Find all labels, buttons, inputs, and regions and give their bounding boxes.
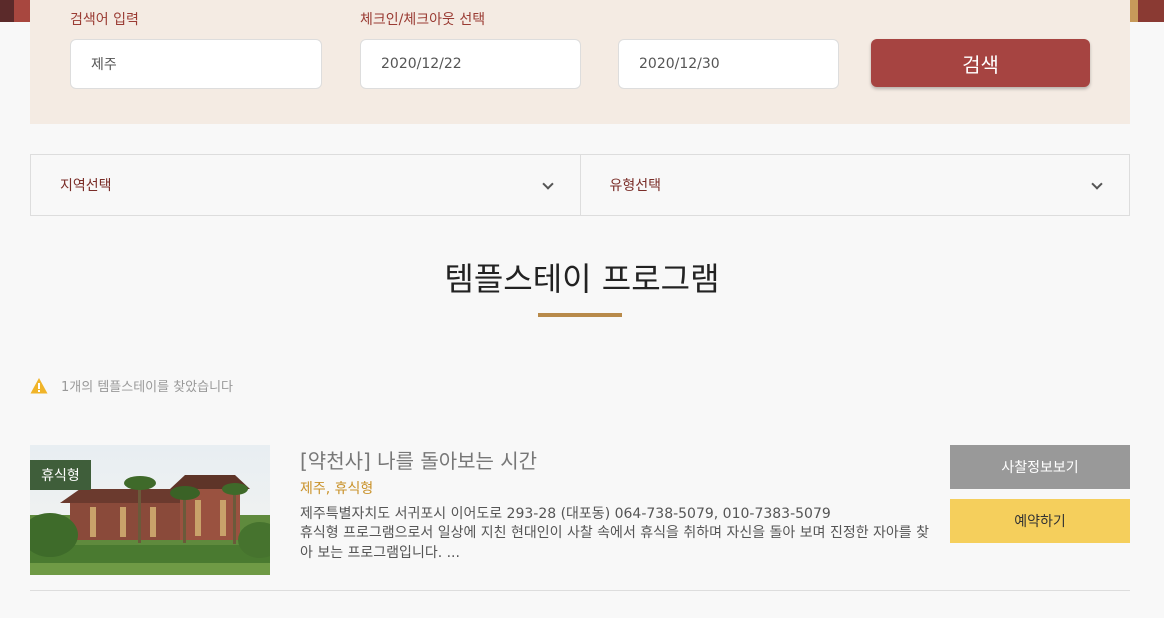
keyword-label: 검색어 입력	[70, 12, 139, 28]
program-address: 제주특별자치도 서귀포시 이어도로 293-28 (대포동) 064-738-5…	[300, 506, 831, 522]
temple-info-button[interactable]: 사찰정보보기	[950, 445, 1130, 489]
header-decoration-right	[1130, 0, 1164, 22]
list-item: 휴식형 [약천사] 나를 돌아보는 시간 제주, 휴식형 제주특별자치도 서귀포…	[30, 445, 1130, 591]
warning-icon	[30, 377, 48, 393]
type-select[interactable]: 유형선택	[579, 155, 1130, 215]
title-underline	[538, 313, 622, 317]
type-select-label: 유형선택	[609, 178, 662, 194]
result-count-text: 1개의 템플스테이를 찾았습니다	[61, 380, 234, 395]
checkout-input[interactable]: 2020/12/30	[618, 39, 839, 89]
date-label: 체크인/체크아웃 선택	[360, 12, 486, 28]
program-tags: 제주, 휴식형	[300, 481, 374, 497]
region-select-label: 지역선택	[60, 178, 112, 194]
program-title[interactable]: [약천사] 나를 돌아보는 시간	[300, 445, 537, 474]
section-title: 템플스테이 프로그램	[444, 260, 720, 298]
program-description: 휴식형 프로그램으로서 일상에 지친 현대인이 사찰 속에서 휴식을 취하며 자…	[300, 525, 930, 561]
keyword-input[interactable]: 제주	[70, 39, 322, 89]
temple-photo[interactable]: 휴식형	[30, 445, 270, 575]
header-decoration-left	[0, 0, 30, 22]
chevron-down-icon	[541, 178, 554, 190]
type-badge: 휴식형	[30, 460, 91, 490]
search-panel: 검색어 입력 제주 체크인/체크아웃 선택 2020/12/22 2020/12…	[30, 0, 1130, 124]
region-select[interactable]: 지역선택	[31, 155, 580, 215]
search-button[interactable]: 검색	[871, 39, 1090, 87]
filter-bar: 지역선택 유형선택	[30, 154, 1130, 216]
result-count-notice: 1개의 템플스테이를 찾았습니다	[30, 376, 233, 395]
reserve-button[interactable]: 예약하기	[950, 499, 1130, 543]
chevron-down-icon	[1091, 178, 1103, 190]
checkin-input[interactable]: 2020/12/22	[360, 39, 581, 89]
